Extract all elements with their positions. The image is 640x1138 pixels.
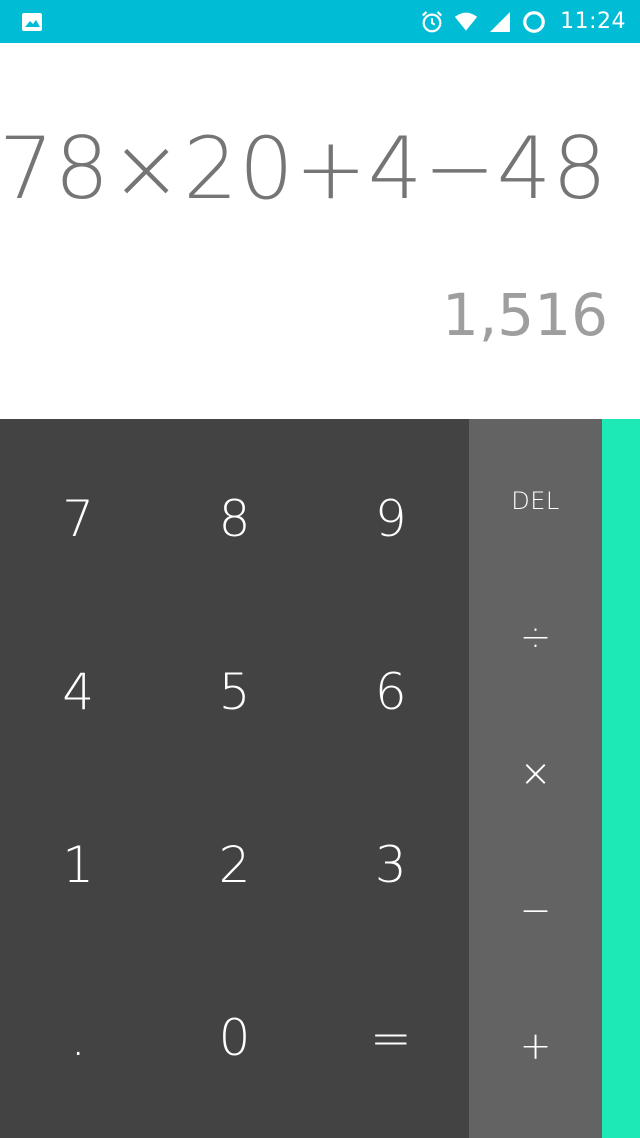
numeric-pad: 7 8 9 4 5 6 1 2 3 . 0 = [0, 419, 469, 1138]
digit-6-button[interactable]: 6 [313, 606, 469, 779]
decimal-point-button[interactable]: . [0, 951, 156, 1124]
status-clock: 11:24 [560, 9, 626, 34]
digit-3-button[interactable]: 3 [313, 779, 469, 952]
wifi-icon [454, 10, 478, 34]
digit-4-button[interactable]: 4 [0, 606, 156, 779]
alarm-icon [420, 10, 444, 34]
formula-text[interactable]: 78×20+4−48 [0, 119, 608, 219]
calculator-display: 78×20+4−48 1,516 [0, 43, 640, 419]
digit-8-button[interactable]: 8 [156, 433, 312, 606]
image-icon [20, 10, 44, 34]
digit-5-button[interactable]: 5 [156, 606, 312, 779]
signal-icon [488, 10, 512, 34]
equals-button[interactable]: = [313, 951, 469, 1124]
digit-1-button[interactable]: 1 [0, 779, 156, 952]
digit-2-button[interactable]: 2 [156, 779, 312, 952]
digit-9-button[interactable]: 9 [313, 433, 469, 606]
status-bar: 11:24 [0, 0, 640, 43]
battery-icon [522, 10, 546, 34]
advanced-panel-handle[interactable] [602, 419, 640, 1138]
digit-0-button[interactable]: 0 [156, 951, 312, 1124]
multiply-button[interactable]: × [469, 705, 602, 841]
divide-button[interactable]: ÷ [469, 569, 602, 705]
digit-7-button[interactable]: 7 [0, 433, 156, 606]
result-text: 1,516 [441, 281, 608, 349]
delete-button[interactable]: DEL [469, 433, 602, 569]
subtract-button[interactable]: − [469, 842, 602, 978]
keypad: 7 8 9 4 5 6 1 2 3 . 0 = DEL ÷ × − + [0, 419, 640, 1138]
add-button[interactable]: + [469, 978, 602, 1114]
operator-pad: DEL ÷ × − + [469, 419, 602, 1138]
